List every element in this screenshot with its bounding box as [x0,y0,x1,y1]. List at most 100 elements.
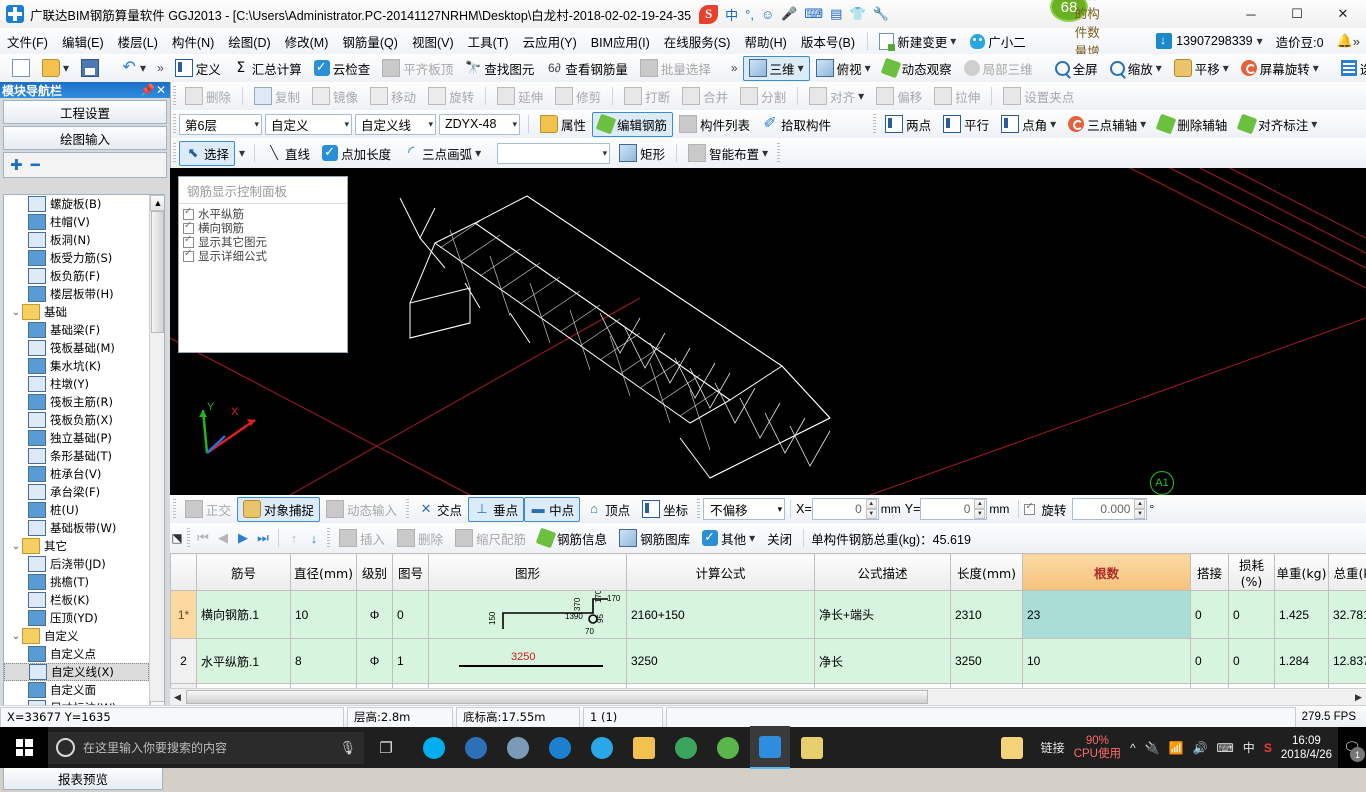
chevron-down-icon[interactable]: ▾ [950,34,956,48]
floor-chevron-down-icon[interactable]: ▾ [254,119,259,130]
rotate-chevron-down-icon[interactable]: ▾ [1313,61,1319,75]
edit-rebar-button[interactable]: 编辑钢筋 [592,112,673,137]
cell-loss[interactable]: 0 [1229,591,1275,639]
point-length-tool-button[interactable]: 点加长度 [316,141,397,166]
rotate-input[interactable]: 0.000 ▲▼ [1072,498,1147,520]
scroll-thumb[interactable] [151,211,164,333]
table-horizontal-scrollbar[interactable]: ◀ ▶ [170,688,1366,705]
menu-modify[interactable]: 修改(M) [278,29,336,54]
tree-item-spiral-slab-icon[interactable]: 螺旋板(B) [4,195,149,213]
pan-chevron-down-icon[interactable]: ▾ [1223,61,1229,75]
ime-card-icon[interactable]: ▤ [830,6,842,22]
account-area[interactable]: 13907298339 ▾ [1156,33,1263,49]
cell-total-weight[interactable]: 32.781 [1329,591,1366,639]
rebar-toolbar-grip[interactable] [187,528,190,548]
new-change-button[interactable]: 新建变更 ▾ [872,29,963,54]
spin-up-icon[interactable]: ▲ [974,499,985,509]
select-chevron-down-icon[interactable]: ▾ [239,146,245,160]
ime-keyboard-icon[interactable]: ⌨ [804,6,823,22]
taskbar-app-explorer[interactable] [624,727,664,768]
keyboard-tray-icon[interactable]: ⌨ [1216,741,1233,755]
smart-layout-button[interactable]: 智能布置▾ [682,141,774,166]
points-label[interactable]: 造价豆:0 [1269,29,1331,54]
open-file-button[interactable]: ▾ [36,56,75,80]
rebar-library-button[interactable]: 钢筋图库 [613,526,696,551]
screen-rotate-button[interactable]: 屏幕旋转▾ [1235,56,1325,81]
ortho-button[interactable]: 正交 [179,497,237,522]
menu-rebar-qty[interactable]: 钢筋量(Q) [335,29,405,54]
category-combo[interactable]: 自定义▾ [265,114,352,135]
zoom-button[interactable]: 缩放▾ [1104,56,1168,81]
select-tool-button[interactable]: ⬉选择 [179,141,235,166]
account-chevron-down-icon[interactable]: ▾ [1257,34,1263,48]
spin-up-icon[interactable]: ▲ [1134,499,1145,509]
rebar-option-horizontal-long[interactable]: 水平纵筋 [183,207,347,221]
table-hscroll-left-icon[interactable]: ◀ [170,692,185,703]
tree-item-custom-face-icon[interactable]: 自定义面 [4,681,149,699]
tree-item-folder-icon[interactable]: ⌄基础 [4,303,149,321]
undo-chevron-down-icon[interactable]: ▾ [140,61,146,75]
table-hscroll-thumb[interactable] [186,690,928,704]
x-offset-input[interactable]: 0 ▲▼ [812,498,879,520]
close-button[interactable]: ✕ [1320,0,1366,28]
row-number[interactable]: 2 [171,639,197,684]
cell-grade[interactable]: Φ [357,639,393,684]
tree-item-coping-icon[interactable]: 压顶(YD) [4,609,149,627]
align-dimension-button[interactable]: 对齐标注▾ [1233,112,1323,137]
close-panel-button[interactable]: 关闭 [761,526,798,551]
cell-desc[interactable]: 净长+端头 [815,591,951,639]
cell-formula[interactable]: 2160+150 [627,591,815,639]
rebar-display-panel[interactable]: 钢筋显示控制面板 水平纵筋 横向钢筋 显示其它图元 显示详细公式 [178,176,348,353]
ime-tools-icon[interactable]: 🔧 [873,6,889,22]
col-lap[interactable]: 搭接 [1191,554,1229,591]
row-number[interactable]: 1* [171,591,197,639]
taskbar-app-browser2[interactable] [708,727,748,768]
volume-icon[interactable]: 🔊 [1193,741,1208,755]
dynamic-orbit-button[interactable]: 动态观察 [877,56,958,81]
snapbar-grip-2[interactable] [406,499,409,519]
taskbar-app-chrome[interactable] [666,727,706,768]
copy-button[interactable]: 复制 [248,84,306,109]
ime-toolbar[interactable]: S 中 °, ☺ 🎤 ⌨ ▤ 👕 🔧 [699,5,889,24]
rotate-button[interactable]: 旋转 [422,84,480,109]
cell-count[interactable]: 23 [1023,591,1191,639]
trim-button[interactable]: 修剪 [549,84,607,109]
rotate-checkbox[interactable] [1024,504,1035,515]
member-type-combo[interactable]: 自定义线▾ [355,114,436,135]
cell-total-weight[interactable]: 12.837 [1329,639,1366,684]
next-record-icon[interactable]: ▶ [233,530,253,546]
delete-button[interactable]: 删除 [179,84,237,109]
table-row[interactable]: 2 水平纵筋.1 8 Φ 1 3250 3250 净长 3250 10 [171,639,1366,684]
tree-item-raft-negative-rebar-icon[interactable]: 筏板负筋(X) [4,411,149,429]
menu-file[interactable]: 文件(F) [0,29,55,54]
col-formula[interactable]: 计算公式 [627,554,815,591]
undo-button[interactable]: ↶▾ [115,57,152,79]
rebar-option-show-others[interactable]: 显示其它图元 [183,235,347,249]
rebar-table[interactable]: 筋号 直径(mm) 级别 图号 图形 计算公式 公式描述 长度(mm) 根数 搭… [170,553,1366,688]
offset-button[interactable]: 偏移 [870,84,928,109]
fullscreen-button[interactable]: 全屏 [1049,56,1104,81]
find-element-button[interactable]: 🔭查找图元 [459,56,540,81]
ime-lang-icon[interactable]: 中 [725,5,738,24]
tree-item-foundation-slab-band-icon[interactable]: 基础板带(W) [4,519,149,537]
point-angle-chevron-down-icon[interactable]: ▾ [1050,117,1056,131]
taskbar-search[interactable]: 在这里输入你要搜索的内容 🎙 [48,732,364,764]
intersection-snap-button[interactable]: ✕交点 [412,497,468,522]
object-snap-button[interactable]: 对象捕捉 [237,497,320,522]
summary-calc-button[interactable]: Σ汇总计算 [227,56,308,81]
tree-item-raft-foundation-icon[interactable]: 筏板基础(M) [4,339,149,357]
cell-formula[interactable]: 3250 [627,639,815,684]
tree-item-floor-slab-band-icon[interactable]: 楼层板带(H) [4,285,149,303]
tree-item-custom-line-icon[interactable]: 自定义线(X) [4,663,149,681]
wifi-icon[interactable]: 📶 [1169,741,1184,755]
tree-expander-icon[interactable]: ⌄ [10,631,22,642]
report-preview-button[interactable]: 报表预览 [3,766,163,790]
point-angle-axis-button[interactable]: 点角▾ [995,112,1062,137]
tree-item-eave-icon[interactable]: 挑檐(T) [4,573,149,591]
menu-bim-app[interactable]: BIM应用(I) [584,29,657,54]
menu-version[interactable]: 版本号(B) [794,29,862,54]
ime-mic-icon[interactable]: 🎤 [781,6,797,22]
cell-count[interactable]: 10 [1023,639,1191,684]
taskbar-app-ggj[interactable] [750,726,790,769]
three-point-arc-button[interactable]: ◜三点画弧▾ [397,141,487,166]
